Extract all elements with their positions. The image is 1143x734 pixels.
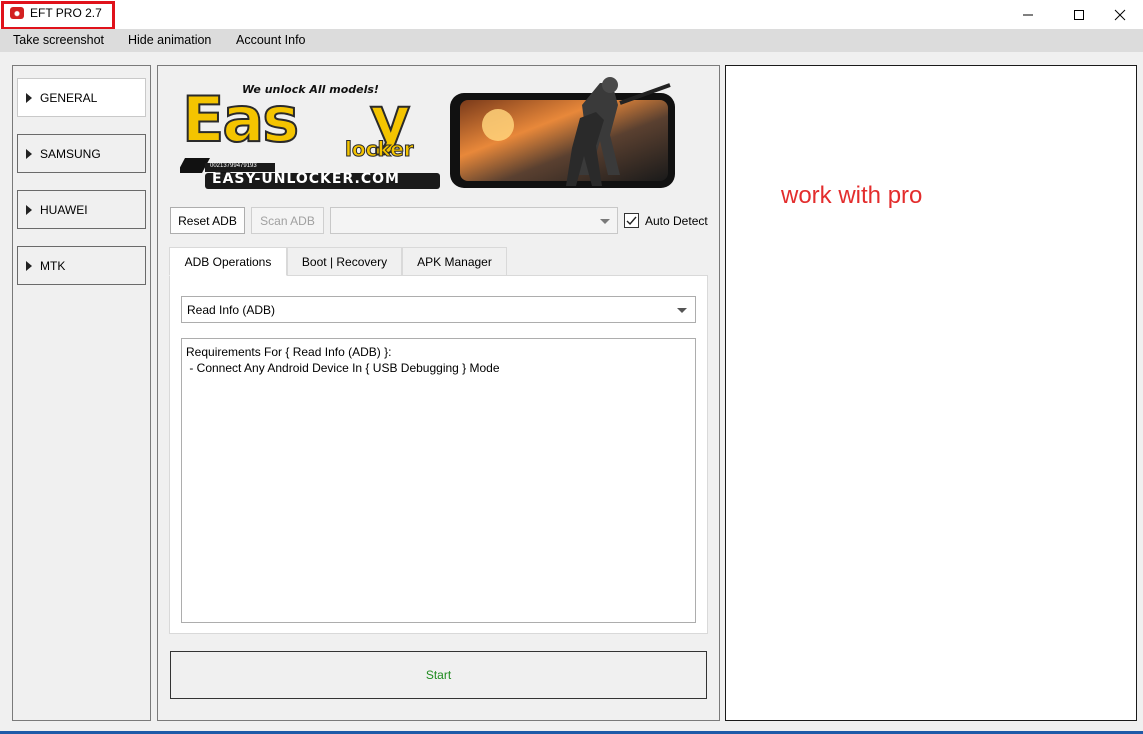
- menu-hide-animation[interactable]: Hide animation: [128, 33, 211, 47]
- close-button[interactable]: [1097, 0, 1143, 29]
- auto-detect-checkbox[interactable]: [624, 213, 639, 228]
- reset-adb-button[interactable]: Reset ADB: [170, 207, 245, 234]
- title-highlight-box: [1, 1, 115, 30]
- chevron-down-icon: [677, 308, 687, 313]
- sidebar-item-label: HUAWEI: [40, 202, 88, 217]
- triangle-right-icon: [26, 204, 32, 215]
- tab-apk-manager[interactable]: APK Manager: [402, 247, 507, 276]
- log-panel: [725, 65, 1137, 721]
- minimize-icon: [1023, 14, 1033, 15]
- sidebar-item-mtk[interactable]: MTK: [17, 246, 146, 285]
- sidebar-item-samsung[interactable]: SAMSUNG: [17, 134, 146, 173]
- tab-boot-recovery[interactable]: Boot | Recovery: [287, 247, 402, 276]
- maximize-icon: [1074, 9, 1084, 20]
- triangle-right-icon: [26, 92, 32, 103]
- chevron-down-icon: [600, 219, 610, 224]
- menu-account-info[interactable]: Account Info: [236, 33, 306, 47]
- scan-adb-button[interactable]: Scan ADB: [251, 207, 324, 234]
- sidebar-item-huawei[interactable]: HUAWEI: [17, 190, 146, 229]
- sidebar-item-label: SAMSUNG: [40, 146, 101, 161]
- requirements-line: Requirements For { Read Info (ADB) }:: [186, 345, 392, 359]
- minimize-button[interactable]: [1005, 0, 1051, 29]
- banner-logo-main: Eas: [181, 82, 300, 157]
- port-select[interactable]: [330, 207, 618, 234]
- operation-select[interactable]: Read Info (ADB): [181, 296, 696, 323]
- banner-logo-sub: locker: [345, 137, 415, 162]
- title-bar: [0, 0, 1143, 29]
- start-button[interactable]: Start: [170, 651, 707, 699]
- menu-take-screenshot[interactable]: Take screenshot: [13, 33, 104, 47]
- sidebar-item-label: GENERAL: [40, 90, 98, 105]
- easy-unlocker-banner: We unlock All models! Eas y locker 00213…: [177, 73, 680, 195]
- banner-url: EASY-UNLOCKER.COM: [212, 171, 400, 187]
- requirements-line: - Connect Any Android Device In { USB De…: [186, 361, 500, 375]
- operation-select-value: Read Info (ADB): [187, 302, 276, 317]
- auto-detect-label[interactable]: Auto Detect: [645, 214, 708, 228]
- requirements-textbox[interactable]: Requirements For { Read Info (ADB) }: - …: [181, 338, 696, 623]
- banner-phone: 00213799479193: [210, 163, 257, 169]
- triangle-right-icon: [26, 260, 32, 271]
- log-text: work with pro: [781, 182, 923, 209]
- sidebar-item-label: MTK: [40, 258, 66, 273]
- triangle-right-icon: [26, 148, 32, 159]
- tab-adb-operations[interactable]: ADB Operations: [169, 247, 287, 276]
- close-icon: [1114, 9, 1126, 20]
- sidebar-item-general[interactable]: GENERAL: [17, 78, 146, 117]
- checkmark-icon: [626, 216, 637, 226]
- maximize-button[interactable]: [1056, 0, 1102, 29]
